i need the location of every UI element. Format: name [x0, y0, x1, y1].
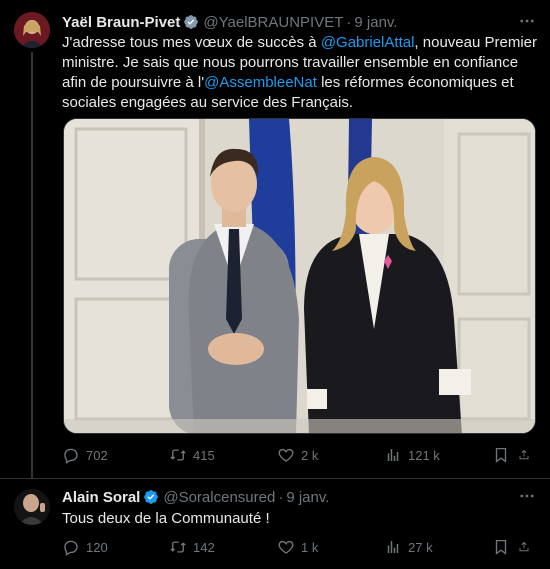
- tweet-alain[interactable]: Alain Soral @Soralcensured · 9 janv. Tou…: [0, 478, 550, 569]
- views-icon: [387, 541, 399, 553]
- reply-count: 702: [86, 447, 108, 463]
- reply-button[interactable]: 702: [62, 446, 169, 464]
- share-icon: [519, 541, 529, 552]
- reply-button[interactable]: 120: [62, 538, 169, 556]
- bookmark-button[interactable]: [492, 538, 518, 556]
- reply-count: 120: [86, 539, 108, 555]
- display-name[interactable]: Yaël Braun-Pivet: [62, 14, 180, 31]
- text-part: J'adresse tous mes vœux de succès à: [62, 34, 321, 51]
- views-count: 27 k: [408, 539, 433, 555]
- tweet-header: Yaël Braun-Pivet @YaelBRAUNPIVET · 9 jan…: [62, 12, 510, 32]
- action-bar: 120 142 1 k 27 k: [62, 537, 538, 557]
- thread-line: [31, 52, 33, 478]
- retweet-button[interactable]: 142: [169, 538, 277, 556]
- display-name[interactable]: Alain Soral: [62, 489, 140, 506]
- bookmark-icon: [495, 539, 507, 555]
- views-button[interactable]: 27 k: [384, 538, 492, 556]
- like-button[interactable]: 2 k: [277, 446, 384, 464]
- bookmark-icon: [495, 447, 507, 463]
- handle[interactable]: @Soralcensured: [163, 489, 275, 506]
- retweet-count: 415: [193, 447, 215, 463]
- tweet-text: J'adresse tous mes vœux de succès à @Gab…: [62, 33, 538, 113]
- tweet-photo[interactable]: [63, 118, 536, 434]
- share-button[interactable]: [518, 446, 536, 464]
- mention-link[interactable]: @AssembleeNat: [204, 74, 317, 91]
- like-count: 1 k: [301, 539, 319, 555]
- timestamp[interactable]: 9 janv.: [354, 14, 397, 31]
- mention-link[interactable]: @GabrielAttal: [321, 34, 415, 51]
- tweet-text: Tous deux de la Communauté !: [62, 510, 270, 527]
- like-button[interactable]: 1 k: [277, 538, 384, 556]
- more-icon[interactable]: [518, 12, 536, 30]
- like-icon: [278, 540, 294, 554]
- avatar[interactable]: [14, 12, 50, 48]
- views-button[interactable]: 121 k: [384, 446, 492, 464]
- separator-dot: ·: [346, 13, 352, 31]
- like-icon: [278, 448, 294, 462]
- retweet-icon: [170, 449, 186, 461]
- retweet-button[interactable]: 415: [169, 446, 277, 464]
- like-count: 2 k: [301, 447, 319, 463]
- verified-badge-icon: [144, 490, 159, 504]
- views-count: 121 k: [408, 447, 440, 463]
- tweet-yael[interactable]: Yaël Braun-Pivet @YaelBRAUNPIVET · 9 jan…: [0, 0, 550, 478]
- action-bar: 702 415 2 k 121 k: [62, 445, 538, 465]
- bookmark-button[interactable]: [492, 446, 518, 464]
- handle[interactable]: @YaelBRAUNPIVET: [203, 14, 343, 31]
- reply-icon: [64, 540, 78, 556]
- share-icon: [519, 449, 529, 460]
- verified-badge-icon: [184, 15, 199, 29]
- retweet-icon: [170, 541, 186, 553]
- share-button[interactable]: [518, 538, 536, 556]
- avatar[interactable]: [14, 489, 50, 525]
- views-icon: [387, 449, 399, 461]
- tweet-header: Alain Soral @Soralcensured · 9 janv.: [62, 487, 510, 507]
- timestamp[interactable]: 9 janv.: [286, 489, 329, 506]
- more-icon[interactable]: [518, 487, 536, 505]
- separator-dot: ·: [278, 488, 284, 506]
- retweet-count: 142: [193, 539, 215, 555]
- reply-icon: [64, 448, 78, 464]
